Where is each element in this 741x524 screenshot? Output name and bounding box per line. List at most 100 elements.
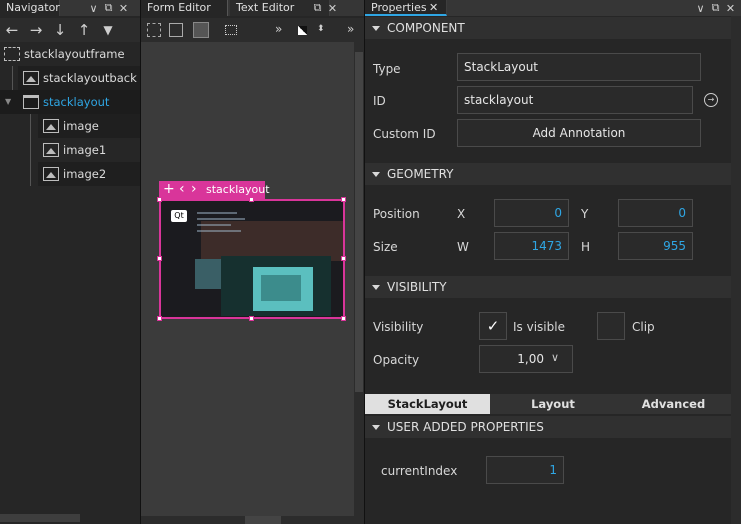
x-field[interactable]: 0 [494, 199, 569, 227]
editor-window-controls: ⧉ ✕ [312, 1, 338, 15]
resize-handle[interactable] [249, 197, 254, 202]
resize-handle[interactable] [157, 316, 162, 321]
properties-scrollbar[interactable] [731, 16, 741, 524]
section-user-added-properties[interactable]: USER ADDED PROPERTIES [365, 416, 731, 438]
image-icon [43, 143, 59, 157]
close-icon[interactable]: ✕ [725, 2, 736, 15]
arrow-left-icon[interactable]: ← [0, 21, 24, 39]
type-label: Type [373, 62, 401, 76]
canvas-horizontal-scrollbar[interactable] [141, 516, 364, 524]
tab-advanced[interactable]: Advanced [616, 394, 731, 414]
more-icon[interactable]: » [275, 22, 282, 36]
clip-checkbox[interactable] [597, 312, 625, 340]
visibility-label: Visibility [373, 320, 424, 334]
opacity-value: 1,00 [517, 352, 544, 366]
navigator-scrollbar[interactable] [0, 514, 80, 522]
x-label: X [457, 207, 466, 221]
more-icon[interactable]: » [347, 22, 354, 36]
navigator-item-image1[interactable]: image1 [38, 138, 140, 162]
size-label: Size [373, 240, 398, 254]
form-editor-toolbar: » ⬍ » [141, 18, 364, 42]
expand-arrow-icon[interactable]: ▼ [5, 90, 11, 114]
properties-tab-label: Properties [371, 1, 427, 14]
arrow-up-icon[interactable]: ↑ [72, 21, 96, 39]
float-icon[interactable]: ⧉ [103, 1, 114, 15]
width-field[interactable]: 1473 [494, 232, 569, 260]
navigator-item-stacklayoutback[interactable]: stacklayoutback [18, 66, 140, 90]
close-icon[interactable]: ✕ [118, 2, 129, 15]
chevron-down-icon[interactable]: ∨ [695, 2, 706, 15]
navigator-item-label: image1 [63, 143, 107, 157]
add-annotation-button[interactable]: Add Annotation [457, 119, 701, 147]
current-index-field[interactable]: 1 [486, 456, 564, 484]
bounds-icon[interactable] [225, 25, 237, 35]
is-visible-checkbox[interactable]: ✓ [479, 312, 507, 340]
section-visibility[interactable]: VISIBILITY [365, 276, 731, 298]
section-component[interactable]: COMPONENT [365, 17, 731, 39]
snap-tool-icon[interactable] [193, 22, 209, 38]
anchor-tool-icon[interactable] [169, 23, 183, 37]
chevron-down-icon[interactable]: ∨ [88, 2, 99, 15]
navigator-item-label: stacklayoutframe [24, 47, 125, 61]
tab-stacklayout[interactable]: StackLayout [365, 394, 490, 414]
navigator-item-stacklayout[interactable]: ▼ stacklayout [0, 90, 140, 114]
resize-handle[interactable] [341, 316, 346, 321]
export-alias-icon[interactable]: → [704, 93, 718, 107]
is-visible-label: Is visible [513, 320, 565, 334]
add-icon[interactable]: + [163, 181, 175, 197]
resize-handle[interactable] [249, 316, 254, 321]
tab-layout[interactable]: Layout [490, 394, 616, 414]
navigator-item-label: stacklayout [43, 95, 110, 109]
image-icon [43, 119, 59, 133]
tree-line [30, 114, 31, 186]
navigator-item-label: stacklayoutback [43, 71, 137, 85]
float-icon[interactable]: ⧉ [710, 1, 721, 15]
float-icon[interactable]: ⧉ [312, 1, 323, 15]
chevron-left-icon[interactable]: ‹ [179, 181, 185, 197]
navigator-item-stacklayoutframe[interactable]: stacklayoutframe [0, 42, 140, 66]
close-icon[interactable]: ✕ [327, 2, 338, 15]
properties-window-controls: ∨ ⧉ ✕ [695, 1, 736, 15]
chevron-right-icon[interactable]: › [191, 181, 197, 197]
background-color-icon[interactable] [298, 26, 307, 35]
scrollbar-thumb[interactable] [245, 516, 281, 524]
close-icon[interactable]: ✕ [429, 0, 438, 15]
canvas-vertical-scrollbar[interactable] [354, 42, 364, 516]
tab-form-editor[interactable]: Form Editor [141, 0, 228, 16]
navigator-item-image2[interactable]: image2 [38, 162, 140, 186]
id-field[interactable]: stacklayout [457, 86, 693, 114]
chevron-down-icon[interactable]: ∨ [551, 351, 559, 364]
frame-icon [4, 47, 20, 61]
image-icon [43, 167, 59, 181]
resize-handle[interactable] [157, 197, 162, 202]
filter-icon[interactable]: ▼ [96, 23, 120, 37]
preview-image [161, 201, 343, 317]
clip-label: Clip [632, 320, 655, 334]
arrow-right-icon[interactable]: → [24, 21, 48, 39]
stacklayout-preview[interactable]: Qt [159, 199, 345, 319]
resize-handle[interactable] [341, 197, 346, 202]
layout-icon [23, 95, 39, 109]
section-geometry[interactable]: GEOMETRY [365, 163, 731, 185]
editor-tabbar: Form Editor Text Editor ⧉ ✕ [141, 0, 364, 16]
arrow-down-icon[interactable]: ↓ [48, 21, 72, 39]
custom-id-label: Custom ID [373, 127, 436, 141]
qt-logo: Qt [171, 210, 187, 222]
navigator-item-label: image [63, 119, 99, 133]
navigator-item-image[interactable]: image [38, 114, 140, 138]
tab-navigator[interactable]: Navigator [0, 0, 60, 16]
zoom-stepper-icon[interactable]: ⬍ [317, 24, 325, 34]
type-field[interactable]: StackLayout [457, 53, 701, 81]
h-label: H [581, 240, 591, 254]
tab-properties[interactable]: Properties ✕ [365, 0, 447, 16]
navigator-window-controls: ∨ ⧉ ✕ [88, 1, 129, 15]
select-tool-icon[interactable] [147, 23, 161, 37]
form-editor-canvas[interactable]: + ‹ › stacklayout Qt [141, 42, 354, 516]
height-field[interactable]: 955 [618, 232, 693, 260]
resize-handle[interactable] [157, 256, 162, 261]
resize-handle[interactable] [341, 256, 346, 261]
y-field[interactable]: 0 [618, 199, 693, 227]
w-label: W [457, 240, 469, 254]
scrollbar-thumb[interactable] [355, 52, 363, 392]
image-icon [23, 71, 39, 85]
